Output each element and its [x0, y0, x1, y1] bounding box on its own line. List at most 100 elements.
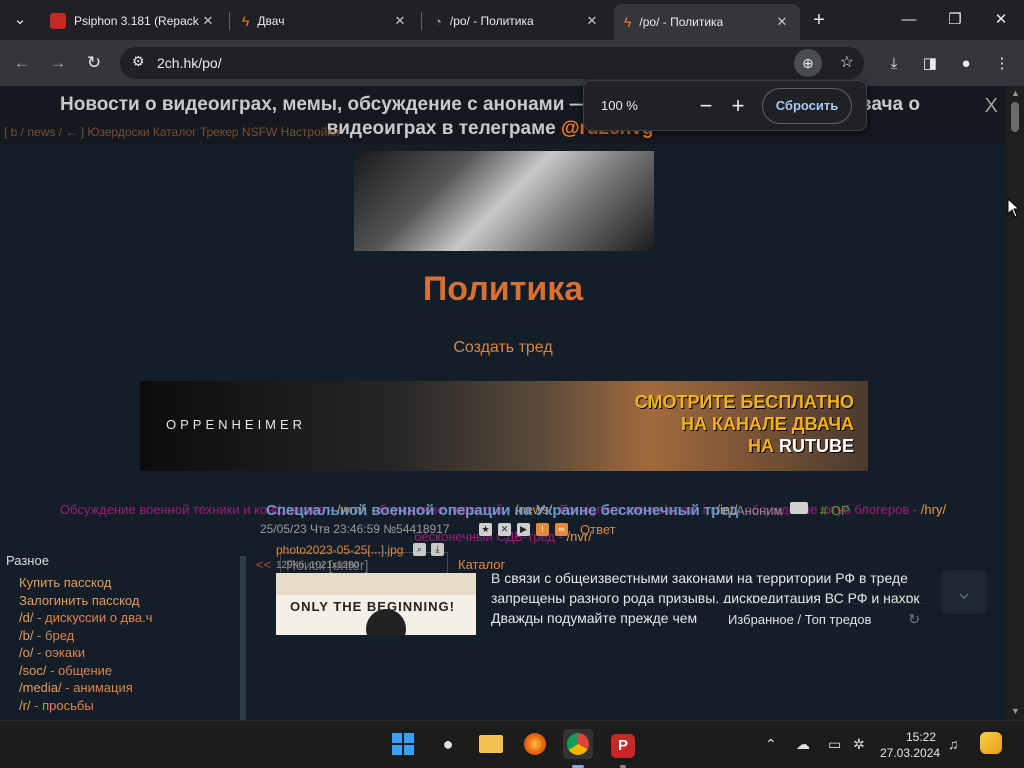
sidebar-item-desc: - оэкаки — [33, 645, 86, 660]
file-explorer-icon[interactable] — [476, 729, 506, 759]
thumb-caption: ONLY THE BEGINNING! — [290, 599, 455, 614]
close-icon[interactable]: ✕ — [774, 14, 790, 30]
play-icon[interactable]: ▶ — [517, 523, 530, 536]
psiphon-favicon-icon — [50, 13, 66, 29]
zoom-reset-button[interactable]: Сбросить — [762, 88, 852, 124]
file-name-link[interactable]: photo2023-05-25[...].jpg — [276, 543, 403, 557]
mouse-cursor-icon — [1007, 198, 1019, 218]
tray-overflow-icon[interactable]: ⌃ — [765, 736, 777, 753]
sidebar-item-code: /media/ — [19, 680, 62, 695]
notification-bell-icon[interactable]: ♫ — [948, 736, 959, 752]
sidebar-item-code: /b/ — [19, 628, 34, 643]
forward-arrow-icon[interactable]: → — [44, 49, 72, 77]
system-clock[interactable]: 15:22 27.03.2024 — [880, 729, 940, 761]
sidebar-item-o[interactable]: /o/ - оэкаки — [19, 645, 85, 660]
copilot-icon[interactable] — [980, 732, 1002, 757]
scroll-thumb[interactable] — [1011, 102, 1019, 132]
post-thumbnail[interactable]: ONLY THE BEGINNING! — [276, 573, 476, 635]
windows-start-icon[interactable] — [388, 729, 418, 759]
menu-kebab-icon[interactable]: ⋮ — [988, 50, 1016, 78]
search-icon[interactable]: ● — [433, 729, 463, 759]
page-title: Политика — [422, 270, 584, 308]
star-icon[interactable]: ★ — [479, 523, 492, 536]
address-bar[interactable]: ⚙ 2ch.hk/po/ ⊕ ☆ — [120, 47, 864, 79]
post-meta: 25/05/23 Чтв 23:46:59 №54418917 — [260, 522, 450, 536]
firefox-icon[interactable] — [520, 729, 550, 759]
restore-button[interactable]: ❐ — [940, 6, 970, 34]
tab-po-politics[interactable]: ◔ /po/ - Политика ✕ — [424, 6, 610, 36]
ad-banner[interactable]: OPPENHEIMER СМОТРИТЕ БЕСПЛАТНО НА КАНАЛЕ… — [140, 381, 868, 471]
psiphon-icon[interactable]: P — [608, 729, 638, 759]
ad-line-2: НА КАНАЛЕ ДВАЧА — [680, 414, 854, 434]
tab-label: Psiphon 3.181 (Repack — [74, 14, 199, 28]
infinity-icon[interactable]: ∞ — [555, 523, 568, 536]
tab-po-politics-active[interactable]: ϟ /po/ - Политика ✕ — [614, 4, 800, 40]
side-panel-icon[interactable]: ◨ — [916, 50, 944, 78]
zoom-level: 100 % — [601, 98, 638, 113]
sidebar-item-code: Залогинить пасскод — [19, 593, 140, 608]
scroll-up-arrow-icon[interactable]: ▲ — [1011, 88, 1020, 98]
ad-slogan: СМОТРИТЕ БЕСПЛАТНО НА КАНАЛЕ ДВАЧА НА RU… — [594, 391, 854, 457]
sidebar-item-soc[interactable]: /soc/ - общение — [19, 663, 112, 678]
reload-icon[interactable]: ↻ — [80, 49, 108, 77]
zoom-in-button[interactable]: + — [724, 93, 752, 121]
sidebar-item-d[interactable]: /d/ - дискуссии о два.ч — [19, 610, 153, 625]
minimize-button[interactable]: — — [894, 6, 924, 34]
sidebar-scrollbar[interactable] — [240, 556, 246, 720]
reply-link[interactable]: Ответ — [580, 522, 616, 537]
ad-rutube-word: RUTUBE — [779, 436, 854, 456]
taskbar: ● P ⌃ ☁ ▭ ✲ 15:22 27.03.2024 ♫ — [0, 720, 1024, 768]
network-off-icon[interactable]: ☁ — [796, 736, 810, 753]
op-label: # OP — [820, 503, 850, 518]
download-file-icon[interactable]: ⤓ — [431, 543, 444, 556]
tab-psiphon[interactable]: Psiphon 3.181 (Repack ✕ — [40, 6, 226, 36]
close-icon[interactable]: ✕ — [200, 13, 216, 29]
new-tab-button[interactable]: + — [804, 6, 834, 34]
tab-label: /po/ - Политика — [639, 15, 724, 29]
sidebar-item-buy-passcode[interactable]: Купить пасскод — [19, 575, 111, 590]
tab-search-button[interactable]: ⌄ — [5, 6, 35, 34]
window-close-button[interactable]: ✕ — [986, 6, 1016, 34]
back-arrow-icon[interactable]: ← — [8, 49, 36, 77]
sidebar-item-code: Купить пасскод — [19, 575, 112, 590]
display-icon[interactable]: ▭ — [828, 736, 841, 753]
url-text[interactable]: 2ch.hk/po/ — [157, 55, 222, 71]
post-datetime: 25/05/23 Чтв 23:46:59 — [260, 522, 380, 536]
favorites-bar[interactable]: Избранное / Топ тредов ↻ — [706, 603, 928, 634]
chrome-icon[interactable] — [563, 729, 593, 759]
sidebar-item-login-passcode[interactable]: Залогинить пасскод — [19, 593, 139, 608]
sidebar-item-code: /r/ — [19, 698, 31, 713]
top-navigation[interactable]: [ b / news / ← ] Юзердоски Каталог Треке… — [4, 125, 339, 139]
sidebar-item-b[interactable]: /b/ - бред — [19, 628, 74, 643]
sidebar-item-r[interactable]: /r/ - просьбы — [19, 698, 94, 713]
bluetooth-icon[interactable]: ✲ — [853, 736, 865, 753]
zoom-icon[interactable]: ⊕ — [794, 49, 822, 77]
post-number[interactable]: №54418917 — [383, 522, 449, 536]
announcement-close-button[interactable]: X — [985, 95, 998, 118]
zoom-out-button[interactable]: − — [692, 93, 720, 121]
close-icon[interactable]: ✕ — [584, 13, 600, 29]
back-link[interactable]: << — [256, 557, 271, 572]
close-icon[interactable]: ✕ — [392, 13, 408, 29]
page-scrollbar[interactable]: ▲ ▼ — [1006, 86, 1024, 720]
scroll-down-arrow-icon[interactable]: ▼ — [1011, 706, 1020, 716]
tab-label: Двач — [257, 14, 285, 28]
bookmark-star-icon[interactable]: ☆ — [840, 52, 854, 72]
profile-icon[interactable]: ● — [952, 50, 980, 78]
create-thread-link[interactable]: Создать тред — [0, 339, 1006, 357]
refresh-icon[interactable]: ↻ — [908, 604, 920, 635]
site-info-icon[interactable]: ⚙ — [132, 53, 145, 70]
tab-dvach[interactable]: ϟ Двач ✕ — [232, 6, 418, 36]
ad-line-1: СМОТРИТЕ БЕСПЛАТНО — [634, 392, 854, 412]
dvach-favicon-icon: ϟ — [624, 14, 632, 30]
search-image-icon[interactable]: ⌕ — [413, 543, 426, 556]
hide-icon[interactable]: ✕ — [498, 523, 511, 536]
related-board-link[interactable]: /hry/ — [921, 502, 946, 517]
report-icon[interactable]: ! — [536, 523, 549, 536]
post-author: Аноним — [736, 503, 783, 518]
sidebar-item-media[interactable]: /media/ - анимация — [19, 680, 133, 695]
scroll-down-button[interactable]: ⌄ — [942, 570, 986, 614]
post-title[interactable]: Специальной военной операции на Украине … — [266, 502, 738, 519]
download-icon[interactable]: ⤓ — [880, 50, 908, 78]
tab-strip: ⌄ Psiphon 3.181 (Repack ✕ ϟ Двач ✕ ◔ /po… — [0, 0, 1024, 40]
